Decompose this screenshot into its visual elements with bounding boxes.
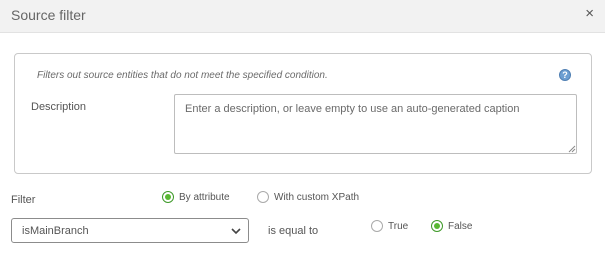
radio-selected-icon [162, 191, 174, 203]
description-panel: Filters out source entities that do not … [14, 53, 592, 174]
radio-label: True [388, 220, 409, 232]
resize-grip-icon[interactable] [568, 145, 576, 153]
radio-label: By attribute [179, 191, 230, 203]
radio-custom-xpath[interactable]: With custom XPath [257, 191, 359, 203]
radio-unselected-icon [371, 220, 383, 232]
radio-label: With custom XPath [274, 191, 360, 203]
attribute-select[interactable]: isMainBranch [11, 218, 249, 243]
operator-text: is equal to [268, 225, 319, 237]
radio-label: False [448, 220, 473, 232]
radio-false[interactable]: False [431, 220, 472, 232]
attribute-select-value: isMainBranch [22, 225, 89, 237]
filter-hint-text: Filters out source entities that do not … [37, 70, 328, 81]
close-icon[interactable]: × [585, 5, 594, 23]
dialog-titlebar: Source filter × [0, 0, 605, 33]
radio-selected-icon [431, 220, 443, 232]
description-textarea[interactable] [174, 94, 577, 154]
chevron-down-icon [231, 228, 241, 235]
radio-true[interactable]: True [371, 220, 408, 232]
radio-unselected-icon [257, 191, 269, 203]
help-icon[interactable]: ? [559, 69, 571, 81]
dialog-title: Source filter [11, 7, 86, 23]
description-label: Description [31, 101, 87, 113]
radio-by-attribute[interactable]: By attribute [162, 191, 230, 203]
filter-label: Filter [11, 194, 36, 206]
